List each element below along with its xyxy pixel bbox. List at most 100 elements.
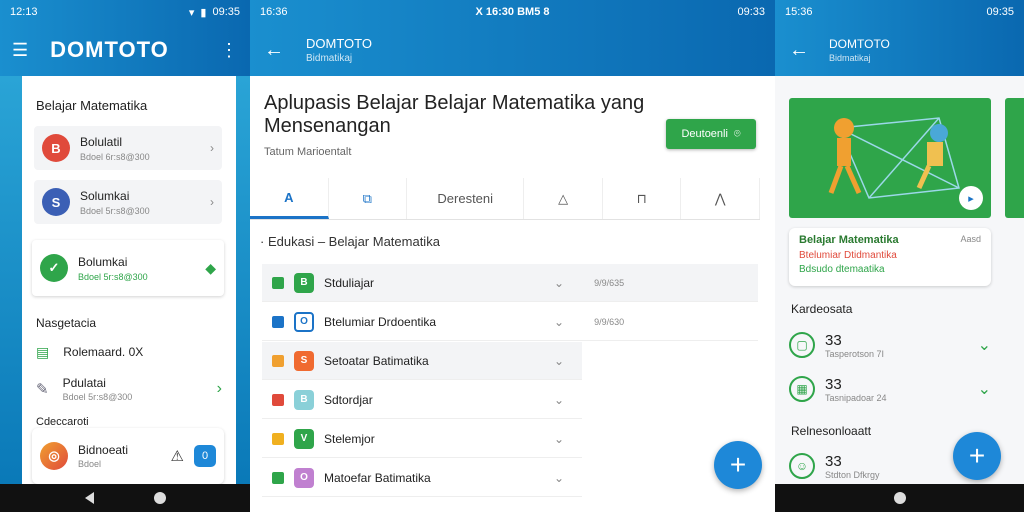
stat-row[interactable]: ▢ 33 Tasperotson 7I ⌄ [789, 326, 991, 364]
row-icon: O [294, 311, 314, 332]
diamond-icon: ◆ [205, 259, 216, 276]
panel-home: 12:13 ▾ ▮ 09:35 ☰ DOMTOTO ⋮ Belajar Matema… [0, 0, 250, 512]
status-time: 12:13 [10, 6, 38, 18]
chevron-right-icon: › [210, 141, 214, 155]
section-title: Relnesonloaatt [791, 424, 872, 438]
bag-icon: ⊓ [636, 190, 647, 206]
table-row[interactable]: V Stelemjor ⌄ [262, 420, 582, 458]
plus-icon: + [729, 449, 747, 480]
row-marker [272, 276, 284, 289]
panel-course: 15:36 09:35 ← DOMTOTO Bidmatikaj ▸ Belaj… [775, 0, 1024, 512]
more-icon[interactable]: ⋮ [220, 40, 238, 61]
system-nav-bar [775, 484, 1024, 512]
menu-icon[interactable]: ☰ [12, 40, 28, 61]
chevron-down-icon[interactable]: ⌄ [554, 393, 564, 407]
course-image-next[interactable] [1005, 98, 1024, 218]
location-icon: ⌾ [733, 127, 741, 140]
row-icon: V [294, 428, 314, 449]
check-icon: ✓ [40, 254, 68, 282]
home-content: Belajar Matematika B Bolulatil Bdoel 6r:s… [22, 76, 236, 484]
bottom-item[interactable]: ◎ Bidnoeati Bdoel ⚠ 0 [32, 428, 224, 484]
page-title: Aplupasis Belajar Belajar Matematika yan… [264, 92, 645, 137]
app-bar: ← DOMTOTO Bidmatikaj [250, 24, 775, 76]
course-image[interactable]: ▸ [789, 98, 991, 218]
table-row[interactable]: O Matoefar Batimatika ⌄ [262, 459, 582, 497]
row-marker [272, 393, 284, 406]
puzzle-icon: ⧉ [362, 190, 372, 206]
nav-item[interactable]: ▤ Rolemaard. 0X [36, 340, 222, 364]
chevron-down-icon[interactable]: ⌄ [978, 379, 991, 399]
panel-detail: 16:36 X 16:30 BM5 8 09:33 ← DOMTOTO Bidm… [250, 0, 775, 512]
app-title: DOMTOTO [306, 36, 372, 51]
chevron-down-icon[interactable]: ⌄ [978, 335, 991, 355]
calc-icon: ▦ [789, 376, 815, 402]
breadcrumb: · Edukasi – Belajar Matematika [260, 234, 440, 249]
home-nav-icon[interactable] [153, 492, 166, 504]
tab-deresteni[interactable]: Deresteni [407, 178, 525, 219]
plus-icon: + [968, 440, 986, 471]
add-fab-button[interactable]: + [714, 441, 762, 489]
list-item[interactable]: S Solumkai Bdoel 5r:s8@300 › [34, 180, 222, 224]
app-icon: ◎ [40, 442, 68, 470]
app-subtitle: Bidmatikaj [306, 53, 353, 64]
other-title: Cdeccaroti [36, 416, 89, 428]
count-badge[interactable]: 0 [194, 445, 216, 467]
stat-row[interactable]: ▦ 33 Tasnipadoar 24 ⌄ [789, 370, 991, 408]
table-row[interactable]: O Btelumiar Drdoentika ⌄ 9/9/630 [262, 303, 758, 341]
row-marker [272, 432, 284, 445]
chevron-down-icon[interactable]: ⌄ [554, 471, 564, 485]
row-icon: B [294, 389, 314, 410]
tab-bell[interactable]: △ [524, 178, 603, 219]
tab-bar: A ⧉ Deresteni △ ⊓ ⋀ [250, 178, 760, 220]
battery-icon: ▮ [200, 6, 207, 19]
status-bar: 15:36 09:35 [775, 0, 1024, 24]
course-card[interactable]: Belajar Matematika Aasd Btelumiar Dtidma… [789, 228, 991, 286]
list-item-selected[interactable]: ✓ Bolumkai Bdoel 5r:s8@300 ◆ [32, 240, 224, 296]
back-arrow-icon[interactable]: ← [264, 39, 284, 62]
bell-icon: △ [558, 190, 569, 206]
status-bar: 12:13 ▾ ▮ 09:35 [0, 0, 250, 24]
chevron-right-icon: › [216, 380, 222, 397]
table-row[interactable]: S Setoatar Batimatika ⌄ [262, 342, 582, 380]
app-logo: DOMTOTO [50, 37, 169, 62]
app-bar: ☰ DOMTOTO ⋮ [0, 24, 250, 76]
wifi-icon: ▾ [188, 6, 195, 19]
item-icon: B [42, 134, 70, 162]
section-title: Kardeosata [791, 302, 853, 316]
person-icon: ☺ [789, 453, 815, 479]
chevron-down-icon[interactable]: ⌄ [554, 315, 564, 329]
chevron-down-icon[interactable]: ⌄ [554, 276, 564, 290]
nav-item[interactable]: ✎ Pdulatai Bdoel 5r:s8@300 › [36, 372, 222, 406]
row-marker [272, 471, 284, 484]
download-button[interactable]: Deutoenli ⌾ [666, 119, 756, 149]
table-row[interactable]: B Stduliajar ⌄ 9/9/635 [262, 264, 758, 302]
section-title: Belajar Matematika [36, 98, 148, 113]
wrench-icon: ✎ [36, 381, 49, 398]
sheet-icon: ▤ [36, 343, 50, 360]
tab-puzzle[interactable]: ⧉ [329, 178, 408, 219]
back-arrow-icon[interactable]: ← [789, 39, 809, 62]
chevron-down-icon[interactable]: ⌄ [554, 432, 564, 446]
page-subtitle: Tatum Marioentalt [264, 146, 352, 158]
add-fab-button[interactable]: + [953, 432, 1001, 480]
stat-row[interactable]: ☺ 33 Stdton Dfkrgy [789, 448, 939, 484]
list-item[interactable]: B Bolulatil Bdoel 6r:s8@300 › [34, 126, 222, 170]
status-right-time: 09:35 [212, 6, 240, 18]
tab-triangle[interactable]: ⋀ [681, 178, 760, 219]
row-icon: O [294, 467, 314, 488]
tab-a[interactable]: A [250, 178, 329, 219]
status-bar: 16:36 X 16:30 BM5 8 09:33 [250, 0, 775, 24]
row-marker [272, 315, 284, 328]
tab-bag[interactable]: ⊓ [603, 178, 682, 219]
table-row[interactable]: B Sdtordjar ⌄ [262, 381, 582, 419]
book-icon: ▢ [789, 332, 815, 358]
play-button[interactable]: ▸ [959, 186, 983, 210]
back-nav-icon[interactable] [84, 492, 94, 504]
app-bar: ← DOMTOTO Bidmatikaj [775, 24, 1024, 76]
home-nav-icon[interactable] [893, 492, 906, 504]
item-icon: S [42, 188, 70, 216]
row-marker [272, 354, 284, 367]
warning-icon: ⚠ [170, 448, 184, 465]
row-icon: S [294, 350, 314, 371]
chevron-down-icon[interactable]: ⌄ [554, 354, 564, 368]
